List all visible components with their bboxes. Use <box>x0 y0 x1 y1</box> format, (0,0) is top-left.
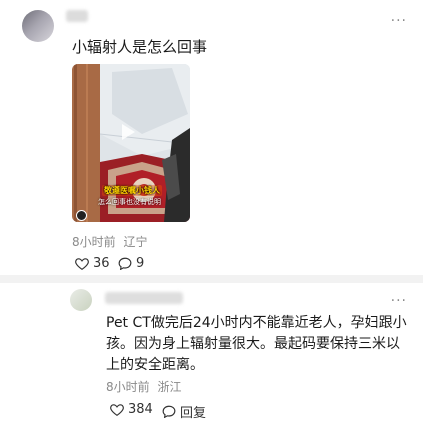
more-dots-icon[interactable]: ··· <box>391 294 407 308</box>
comment-bubble-icon <box>118 257 132 270</box>
douyin-logo-icon <box>76 210 87 221</box>
reply-time: 8小时前 <box>106 380 150 394</box>
reply-location: 浙江 <box>157 380 182 394</box>
post-meta: 8小时前 辽宁 <box>72 233 147 250</box>
avatar[interactable] <box>22 10 54 42</box>
heart-icon <box>75 258 89 270</box>
reply-text: Pet CT做完后24小时内不能靠近老人，孕妇跟小孩。因为身上辐射量很大。最起码… <box>106 315 407 373</box>
comment-bubble-icon <box>162 405 176 418</box>
post-text: 小辐射人是怎么回事 <box>72 38 208 56</box>
like-count: 36 <box>93 256 110 271</box>
post-time: 8小时前 <box>72 235 116 249</box>
play-icon[interactable] <box>122 124 135 140</box>
section-divider <box>0 275 423 283</box>
reply-label: 回复 <box>180 406 207 421</box>
username-blurred[interactable] <box>105 292 183 304</box>
username-blurred[interactable] <box>66 10 88 22</box>
like-button[interactable]: 36 <box>75 256 110 271</box>
like-button[interactable]: 384 <box>110 402 153 417</box>
post-location: 辽宁 <box>123 235 148 249</box>
comment-button[interactable]: 9 <box>118 256 144 271</box>
video-caption: 敬遵医嘱小钱人 <box>102 185 162 196</box>
avatar[interactable] <box>70 289 92 311</box>
reply-meta: 8小时前 浙江 <box>106 378 181 395</box>
more-dots-icon[interactable]: ··· <box>391 14 407 28</box>
comment-count: 9 <box>136 256 145 271</box>
heart-icon <box>110 404 124 416</box>
reply-button[interactable]: 回复 <box>162 402 206 421</box>
video-thumbnail[interactable]: 敬遵医嘱小钱人 怎么回事也没有说明 <box>72 64 190 222</box>
like-count: 384 <box>128 402 153 417</box>
video-subcaption: 怎么回事也没有说明 <box>98 198 161 206</box>
